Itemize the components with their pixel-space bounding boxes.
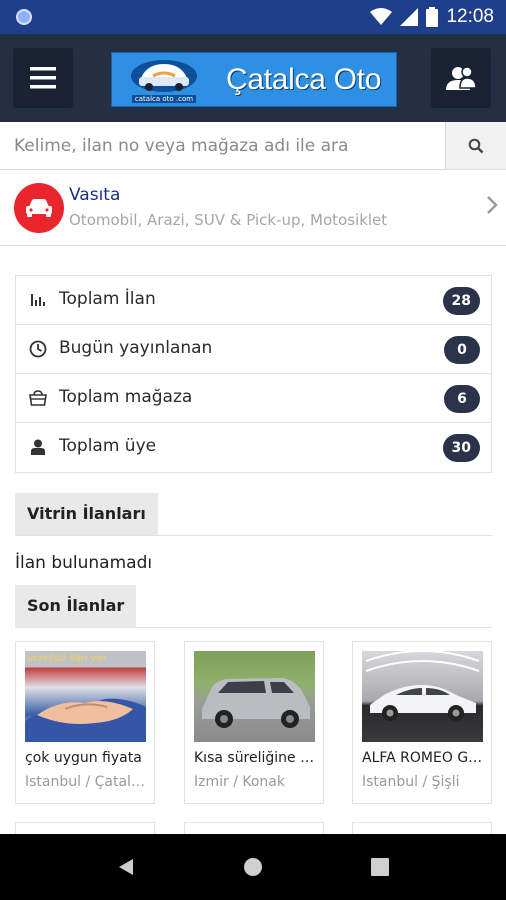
logo-title: Çatalca Oto bbox=[226, 62, 382, 96]
hamburger-menu-icon bbox=[30, 67, 56, 89]
listing-card[interactable]: ALFA ROMEO GIULIA İstanbul / Şişli bbox=[352, 641, 492, 804]
search-bar bbox=[0, 122, 506, 170]
handshake-image bbox=[25, 698, 146, 742]
stat-label: Toplam mağaza bbox=[59, 387, 193, 407]
showcase-section-header: Vitrin İlanları bbox=[15, 493, 492, 536]
listing-location: İstanbul / Şişli bbox=[362, 774, 460, 790]
notification-dot-icon bbox=[16, 9, 32, 25]
car-icon bbox=[26, 199, 52, 217]
search-icon bbox=[468, 138, 484, 153]
listing-location: İzmir / Konak bbox=[194, 774, 285, 790]
chevron-right-icon bbox=[487, 196, 498, 214]
stats-panel: Toplam İlan 28 Bugün yayınlanan 0 Toplam… bbox=[15, 275, 492, 473]
search-input[interactable] bbox=[0, 122, 446, 169]
listing-thumbnail bbox=[194, 651, 315, 742]
listing-title: ALFA ROMEO GIULIA bbox=[362, 750, 484, 766]
logo-subtitle: catalca oto .com bbox=[131, 95, 197, 103]
home-icon[interactable] bbox=[243, 857, 263, 877]
latest-section-header: Son İlanlar bbox=[15, 585, 492, 628]
system-icons: 12:08 bbox=[370, 6, 494, 28]
showcase-empty-message: İlan bulunamadı bbox=[15, 553, 153, 573]
clock-icon bbox=[28, 339, 48, 359]
listing-title: çok uygun fiyata bbox=[25, 750, 142, 766]
stat-total-members: Toplam üye 30 bbox=[16, 423, 491, 472]
car-handshake-logo-icon bbox=[131, 60, 197, 92]
stat-count-badge: 28 bbox=[442, 287, 480, 315]
app-logo[interactable]: catalca oto .com Çatalca Oto bbox=[111, 52, 397, 107]
stat-label: Toplam üye bbox=[59, 436, 157, 456]
account-button[interactable] bbox=[431, 48, 491, 108]
stat-count-badge: 0 bbox=[444, 336, 480, 364]
stat-today-published: Bugün yayınlanan 0 bbox=[16, 325, 491, 374]
signal-icon bbox=[400, 8, 419, 26]
back-icon[interactable] bbox=[117, 857, 137, 877]
search-button[interactable] bbox=[446, 122, 506, 169]
shopping-bag-icon bbox=[28, 388, 48, 408]
stat-count-badge: 30 bbox=[442, 434, 480, 462]
user-icon bbox=[28, 437, 48, 457]
battery-icon bbox=[426, 7, 439, 27]
recents-icon[interactable] bbox=[371, 858, 389, 876]
listing-thumbnail: ücretsiz ilan ver bbox=[25, 651, 146, 742]
hatchback-car-image bbox=[202, 678, 310, 728]
stat-label: Bugün yayınlanan bbox=[59, 338, 213, 358]
logo-car-emblem: catalca oto .com bbox=[118, 54, 210, 106]
latest-title: Son İlanlar bbox=[15, 585, 137, 627]
listing-location: İstanbul / Çatalca bbox=[25, 774, 147, 790]
clock-time: 12:08 bbox=[446, 6, 494, 27]
stat-label: Toplam İlan bbox=[59, 289, 156, 309]
sedan-car-image bbox=[365, 651, 480, 721]
wifi-icon bbox=[370, 8, 393, 25]
listing-card[interactable]: ücretsiz ilan ver çok uygun fiyata İstan… bbox=[15, 641, 155, 804]
listing-thumbnail bbox=[362, 651, 483, 742]
category-vasita[interactable]: Vasıta Otomobil, Arazi, SUV & Pick-up, M… bbox=[0, 171, 506, 246]
category-subtitle: Otomobil, Arazi, SUV & Pick-up, Motosikl… bbox=[69, 211, 388, 229]
listing-title: Kısa süreliğine satılık bbox=[194, 750, 316, 766]
category-title: Vasıta bbox=[69, 185, 121, 205]
users-icon bbox=[446, 66, 477, 90]
bar-chart-icon bbox=[28, 290, 48, 310]
menu-button[interactable] bbox=[13, 48, 73, 108]
stat-total-stores: Toplam mağaza 6 bbox=[16, 374, 491, 423]
app-bar: catalca oto .com Çatalca Oto bbox=[0, 34, 506, 122]
status-bar: 12:08 bbox=[0, 0, 506, 34]
listing-card[interactable]: Kısa süreliğine satılık İzmir / Konak bbox=[184, 641, 324, 804]
system-navigation-bar bbox=[0, 834, 506, 900]
category-icon-circle bbox=[14, 183, 64, 233]
showcase-title: Vitrin İlanları bbox=[15, 493, 158, 535]
stat-count-badge: 6 bbox=[444, 385, 480, 413]
stat-total-listings: Toplam İlan 28 bbox=[16, 276, 491, 325]
